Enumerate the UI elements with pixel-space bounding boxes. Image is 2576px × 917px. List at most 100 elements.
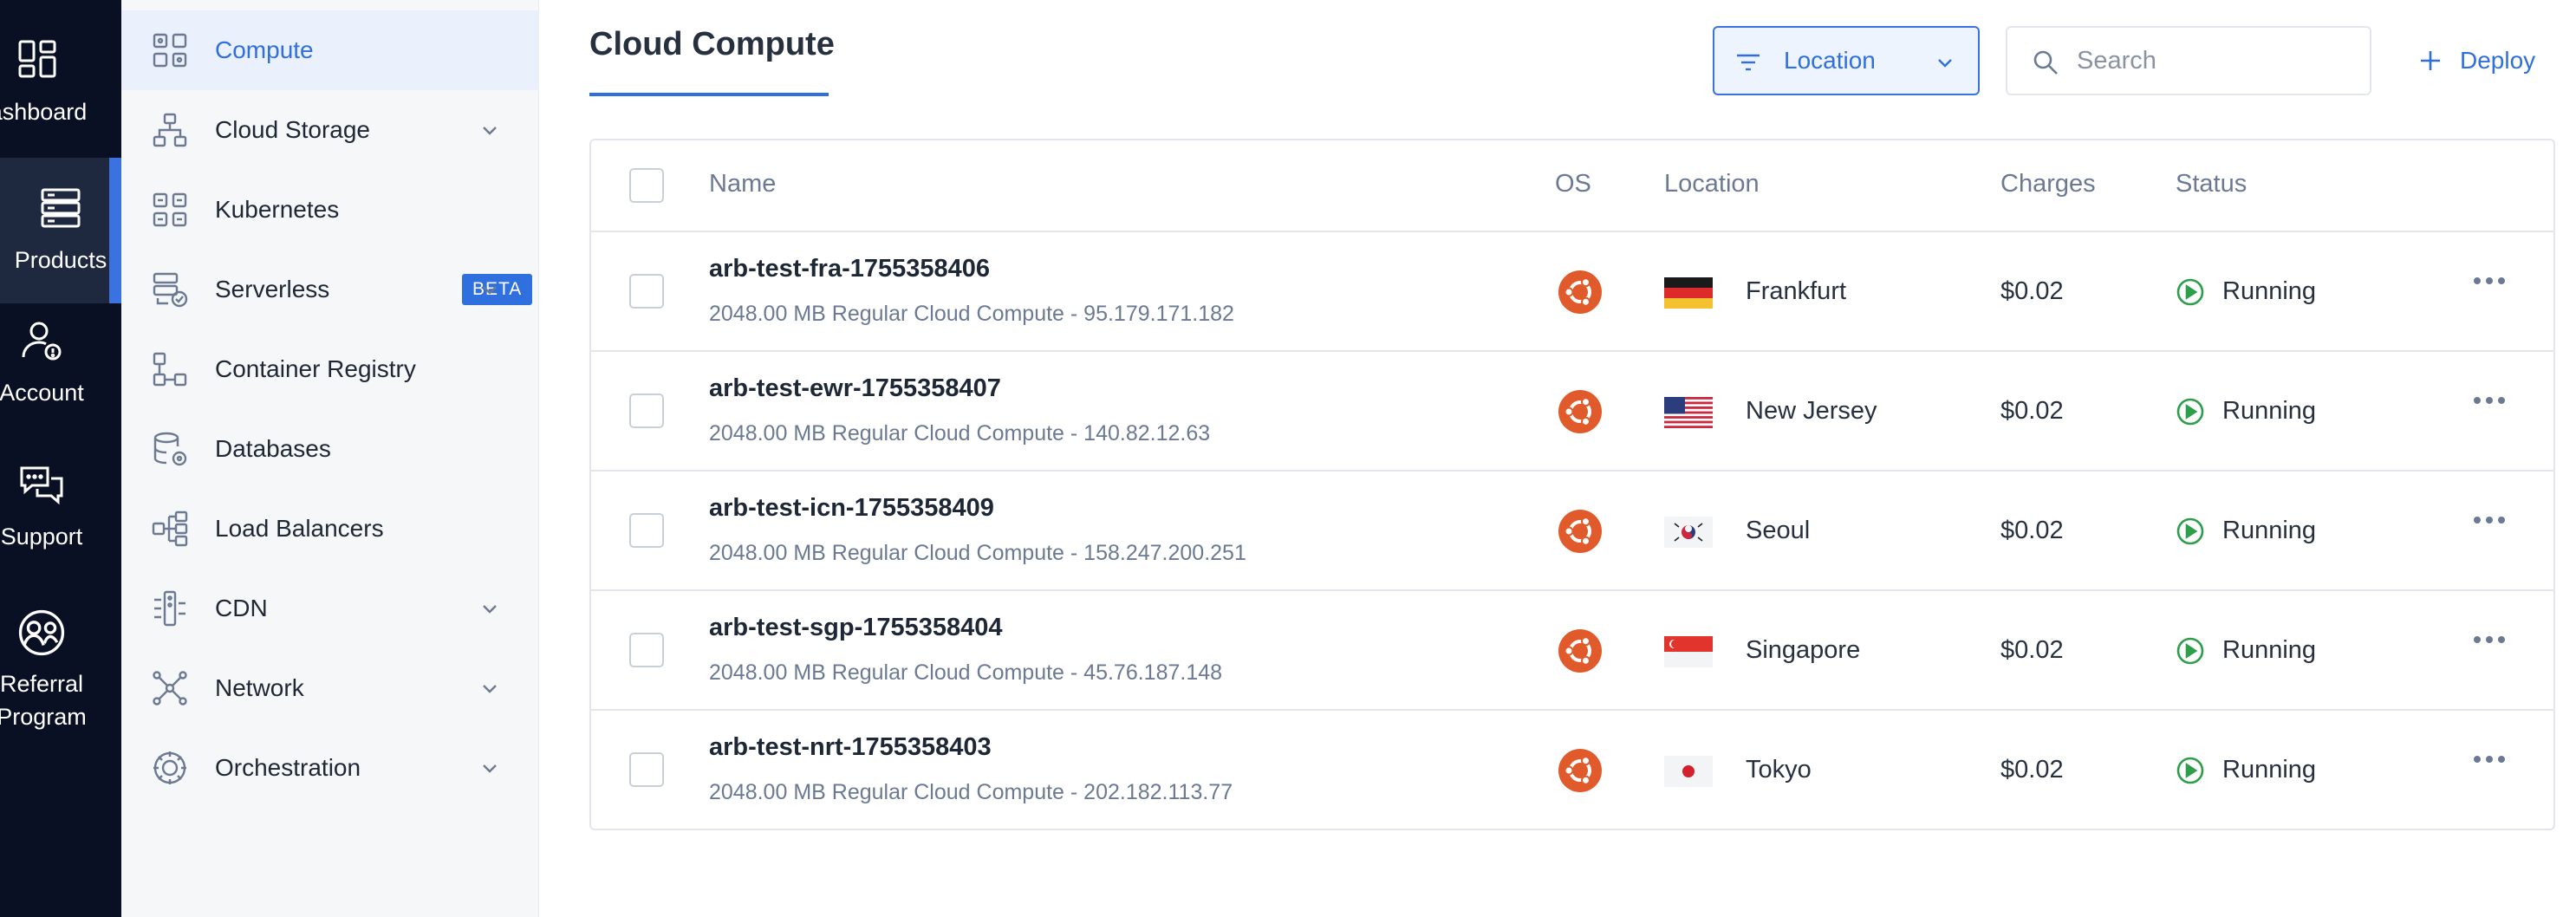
instance-name-link[interactable]: arb-test-icn-1755358409 — [709, 494, 994, 523]
instance-description: 2048.00 MB Regular Cloud Compute - 95.17… — [709, 302, 1234, 326]
sidebar-item-orchestration[interactable]: Orchestration — [121, 728, 539, 808]
sidebar-item-compute[interactable]: Compute — [121, 10, 539, 90]
sidebar-item-cdn[interactable]: CDN — [121, 569, 539, 648]
column-header-charges[interactable]: Charges — [2000, 170, 2096, 198]
chevron-down-icon[interactable] — [478, 597, 501, 620]
south-korea-flag — [1664, 517, 1713, 548]
sidebar-item-load-balancers[interactable]: Load Balancers — [121, 489, 539, 569]
sidebar-item-network[interactable]: Network — [121, 648, 539, 728]
rail-item-dashboard[interactable]: ashboard — [0, 36, 99, 149]
more-options-icon[interactable] — [2472, 631, 2507, 648]
referral-icon — [18, 609, 65, 656]
filter-icon — [1737, 54, 1760, 71]
select-all-checkbox[interactable] — [629, 168, 664, 203]
table-row[interactable]: arb-test-sgp-1755358404 2048.00 MB Regul… — [591, 591, 2553, 711]
instance-location: Tokyo — [1746, 756, 1812, 784]
sidebar-item-label: Kubernetes — [215, 196, 340, 223]
instance-charges: $0.02 — [2000, 397, 2064, 425]
table-row[interactable]: arb-test-fra-1755358406 2048.00 MB Regul… — [591, 232, 2553, 352]
support-icon — [20, 466, 63, 505]
active-tab-underline — [589, 93, 829, 96]
dashboard-icon — [18, 40, 56, 78]
sidebar-item-serverless[interactable]: Serverless BETA — [121, 250, 539, 329]
rail-item-account[interactable]: Account — [0, 317, 102, 430]
running-status-icon — [2176, 637, 2204, 665]
row-checkbox[interactable] — [629, 513, 664, 548]
instance-location: Frankfurt — [1746, 277, 1847, 305]
column-header-os: OS — [1555, 170, 1591, 198]
table-row[interactable]: arb-test-icn-1755358409 2048.00 MB Regul… — [591, 472, 2553, 591]
row-checkbox[interactable] — [629, 393, 664, 428]
row-checkbox[interactable] — [629, 752, 664, 787]
sidebar-item-databases[interactable]: Databases — [121, 409, 539, 489]
column-header-location[interactable]: Location — [1664, 170, 1760, 198]
instance-description: 2048.00 MB Regular Cloud Compute - 158.2… — [709, 541, 1246, 565]
sidebar-item-label: Container Registry — [215, 355, 416, 382]
chevron-down-icon[interactable] — [478, 757, 501, 779]
row-checkbox[interactable] — [629, 633, 664, 667]
sidebar-item-label: Orchestration — [215, 754, 361, 781]
chevron-down-icon[interactable] — [478, 119, 501, 141]
rail-label-program: Program — [0, 704, 87, 730]
load-balancers-icon — [152, 511, 188, 547]
ubuntu-icon — [1558, 390, 1602, 433]
running-status-icon — [2176, 398, 2204, 426]
running-status-icon — [2176, 278, 2204, 306]
column-header-status[interactable]: Status — [2176, 170, 2247, 198]
sidebar-item-kubernetes[interactable]: Kubernetes — [121, 170, 539, 250]
instance-name-link[interactable]: arb-test-fra-1755358406 — [709, 255, 990, 283]
search-box[interactable] — [2006, 26, 2371, 95]
table-row[interactable]: arb-test-ewr-1755358407 2048.00 MB Regul… — [591, 352, 2553, 472]
products-icon — [41, 188, 81, 228]
more-options-icon[interactable] — [2472, 392, 2507, 409]
table-row[interactable]: arb-test-nrt-1755358403 2048.00 MB Regul… — [591, 711, 2553, 829]
sidebar-item-label: Serverless — [215, 276, 330, 302]
instance-charges: $0.02 — [2000, 636, 2064, 664]
instance-status: Running — [2222, 517, 2317, 544]
chevron-down-icon[interactable] — [478, 278, 501, 301]
rail-label-dashboard: ashboard — [0, 99, 88, 125]
sidebar-item-cloud-storage[interactable]: Cloud Storage — [121, 90, 539, 170]
sidebar-item-label: Load Balancers — [215, 515, 384, 542]
deploy-label: Deploy — [2460, 47, 2536, 74]
more-options-icon[interactable] — [2472, 272, 2507, 289]
plus-icon — [2421, 51, 2440, 70]
location-filter-dropdown[interactable]: Location — [1713, 26, 1980, 95]
compute-icon — [153, 33, 187, 68]
search-input[interactable] — [2077, 40, 2354, 81]
deploy-button[interactable]: Deploy — [2418, 42, 2535, 80]
kubernetes-icon — [153, 192, 187, 227]
ubuntu-icon — [1558, 629, 1602, 673]
table-header: Name OS Location Charges Status — [591, 140, 2553, 232]
location-filter-label: Location — [1784, 47, 1876, 74]
row-checkbox[interactable] — [629, 274, 664, 309]
instance-location: New Jersey — [1746, 397, 1877, 425]
page-title[interactable]: Cloud Compute — [589, 26, 835, 63]
chevron-down-icon[interactable] — [478, 677, 501, 699]
instance-status: Running — [2222, 636, 2317, 664]
instance-name-link[interactable]: arb-test-sgp-1755358404 — [709, 614, 1003, 642]
more-options-icon[interactable] — [2472, 511, 2507, 529]
instance-status: Running — [2222, 277, 2317, 305]
running-status-icon — [2176, 757, 2204, 784]
instance-name-link[interactable]: arb-test-nrt-1755358403 — [709, 733, 992, 762]
usa-flag — [1664, 397, 1713, 428]
sidebar-item-label: Network — [215, 674, 304, 701]
instance-status: Running — [2222, 397, 2317, 425]
ubuntu-icon — [1558, 749, 1602, 792]
chevron-down-icon — [1938, 59, 1952, 68]
rail-item-referral-program[interactable]: Referral Program — [0, 607, 102, 754]
instance-status: Running — [2222, 756, 2317, 784]
search-icon — [2033, 50, 2058, 75]
more-options-icon[interactable] — [2472, 751, 2507, 768]
rail-label-products: Products — [14, 247, 107, 273]
instance-name-link[interactable]: arb-test-ewr-1755358407 — [709, 374, 1001, 403]
account-icon — [22, 322, 62, 361]
instance-location: Seoul — [1746, 517, 1811, 544]
rail-item-support[interactable]: Support — [0, 461, 102, 574]
singapore-flag — [1664, 636, 1713, 667]
instance-location: Singapore — [1746, 636, 1861, 664]
sidebar-item-container-registry[interactable]: Container Registry — [121, 329, 539, 409]
column-header-name[interactable]: Name — [709, 170, 776, 198]
rail-item-products[interactable]: Products — [0, 158, 121, 303]
